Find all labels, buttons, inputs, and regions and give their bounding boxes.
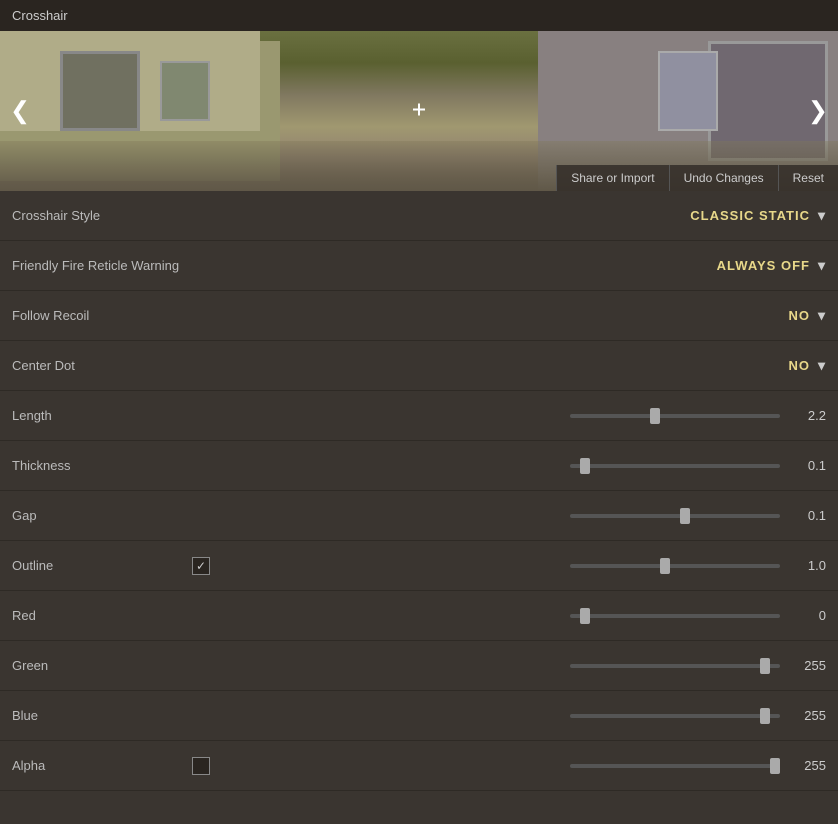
- setting-row-outline: Outline 1.0: [0, 541, 838, 591]
- setting-row-green: Green 255: [0, 641, 838, 691]
- slider-value-outline: 1.0: [790, 558, 826, 573]
- slider-wrapper-green: [192, 664, 780, 668]
- setting-control-red: 0: [192, 608, 826, 623]
- crosshair-reticle: [409, 100, 429, 123]
- setting-row-thickness: Thickness 0.1: [0, 441, 838, 491]
- setting-label-outline: Outline: [12, 558, 192, 573]
- setting-control-follow-recoil: No ▾: [192, 307, 826, 324]
- slider-wrapper-thickness: [192, 464, 780, 468]
- slider-value-thickness: 0.1: [790, 458, 826, 473]
- slider-red[interactable]: [570, 614, 780, 618]
- slider-green[interactable]: [570, 664, 780, 668]
- title-bar: Crosshair: [0, 0, 838, 31]
- slider-alpha[interactable]: [570, 764, 780, 768]
- setting-label-red: Red: [12, 608, 192, 623]
- slider-value-gap: 0.1: [790, 508, 826, 523]
- setting-control-center-dot: No ▾: [192, 357, 826, 374]
- setting-control-length: 2.2: [192, 408, 826, 423]
- checkbox-outline[interactable]: [192, 557, 210, 575]
- slider-length[interactable]: [570, 414, 780, 418]
- page-title: Crosshair: [12, 8, 68, 23]
- slider-value-alpha: 255: [790, 758, 826, 773]
- setting-row-follow-recoil: Follow Recoil No ▾: [0, 291, 838, 341]
- checkbox-alpha[interactable]: [192, 757, 210, 775]
- slider-wrapper-red: [192, 614, 780, 618]
- slider-value-blue: 255: [790, 708, 826, 723]
- setting-label-friendly-fire-reticle-warning: Friendly Fire Reticle Warning: [12, 258, 192, 273]
- setting-label-green: Green: [12, 658, 192, 673]
- slider-gap[interactable]: [570, 514, 780, 518]
- setting-label-length: Length: [12, 408, 192, 423]
- setting-control-blue: 255: [192, 708, 826, 723]
- share-import-button[interactable]: Share or Import: [556, 165, 668, 191]
- setting-row-alpha: Alpha 255: [0, 741, 838, 791]
- setting-control-crosshair-style: Classic Static ▾: [192, 207, 826, 224]
- setting-row-blue: Blue 255: [0, 691, 838, 741]
- dropdown-follow-recoil[interactable]: No ▾: [788, 307, 826, 324]
- slider-wrapper-outline: [220, 564, 780, 568]
- slider-wrapper-blue: [192, 714, 780, 718]
- slider-blue[interactable]: [570, 714, 780, 718]
- slider-thickness[interactable]: [570, 464, 780, 468]
- preview-container: ❮ ❯ Share or Import Undo Changes Reset: [0, 31, 838, 191]
- setting-control-outline: 1.0: [192, 557, 826, 575]
- preview-next-button[interactable]: ❯: [808, 97, 828, 126]
- setting-control-gap: 0.1: [192, 508, 826, 523]
- dropdown-crosshair-style[interactable]: Classic Static ▾: [690, 207, 826, 224]
- setting-label-blue: Blue: [12, 708, 192, 723]
- slider-wrapper-length: [192, 414, 780, 418]
- setting-row-length: Length 2.2: [0, 391, 838, 441]
- slider-value-length: 2.2: [790, 408, 826, 423]
- setting-label-crosshair-style: Crosshair Style: [12, 208, 192, 223]
- setting-row-gap: Gap 0.1: [0, 491, 838, 541]
- reset-button[interactable]: Reset: [778, 165, 838, 191]
- slider-wrapper-gap: [192, 514, 780, 518]
- setting-row-crosshair-style: Crosshair Style Classic Static ▾: [0, 191, 838, 241]
- setting-label-alpha: Alpha: [12, 758, 192, 773]
- slider-value-red: 0: [790, 608, 826, 623]
- preview-prev-button[interactable]: ❮: [10, 97, 30, 126]
- setting-control-green: 255: [192, 658, 826, 673]
- dropdown-friendly-fire-reticle-warning[interactable]: Always Off ▾: [717, 257, 826, 274]
- slider-wrapper-alpha: [220, 764, 780, 768]
- setting-row-friendly-fire-reticle-warning: Friendly Fire Reticle Warning Always Off …: [0, 241, 838, 291]
- settings-container: Crosshair Style Classic Static ▾ Friendly …: [0, 191, 838, 791]
- dropdown-center-dot[interactable]: No ▾: [788, 357, 826, 374]
- setting-label-gap: Gap: [12, 508, 192, 523]
- setting-control-alpha: 255: [192, 757, 826, 775]
- setting-row-center-dot: Center Dot No ▾: [0, 341, 838, 391]
- undo-changes-button[interactable]: Undo Changes: [669, 165, 778, 191]
- setting-label-center-dot: Center Dot: [12, 358, 192, 373]
- setting-control-friendly-fire-reticle-warning: Always Off ▾: [192, 257, 826, 274]
- setting-control-thickness: 0.1: [192, 458, 826, 473]
- slider-value-green: 255: [790, 658, 826, 673]
- setting-label-follow-recoil: Follow Recoil: [12, 308, 192, 323]
- setting-row-red: Red 0: [0, 591, 838, 641]
- slider-outline[interactable]: [570, 564, 780, 568]
- preview-action-buttons: Share or Import Undo Changes Reset: [556, 165, 838, 191]
- setting-label-thickness: Thickness: [12, 458, 192, 473]
